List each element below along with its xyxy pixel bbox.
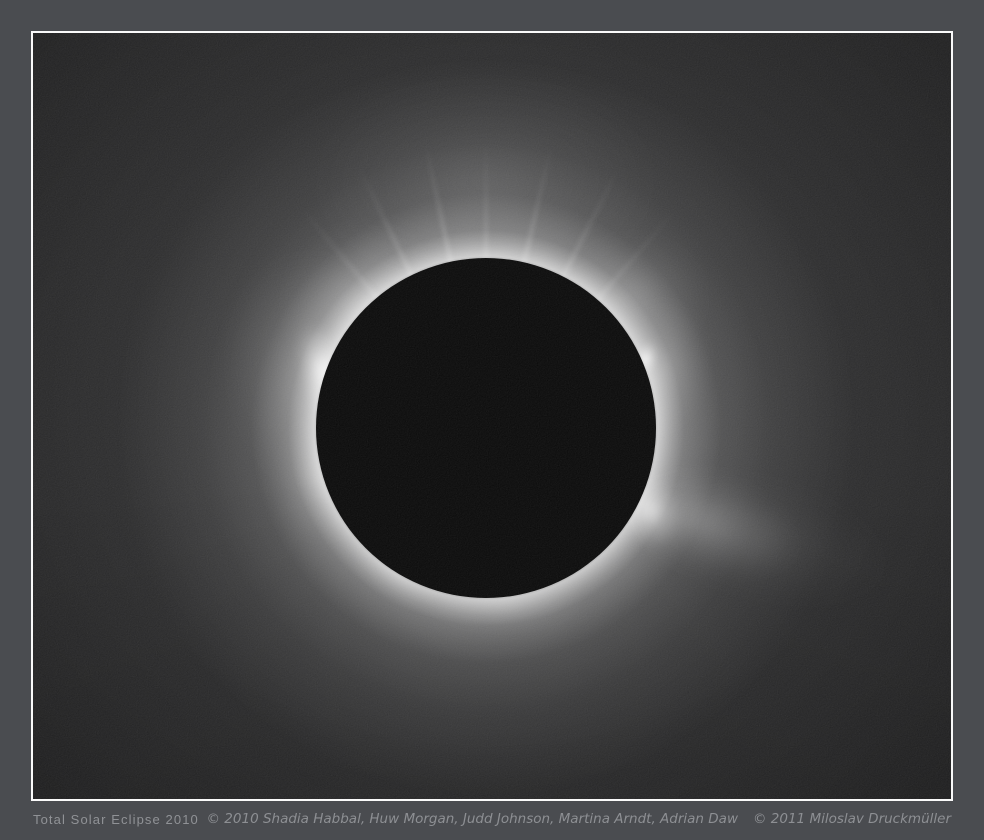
photo-title: Total Solar Eclipse 2010: [33, 812, 199, 827]
credit-2011: © 2011 Miloslav Druckmüller: [753, 811, 951, 827]
eclipse-photo: [31, 31, 953, 801]
caption-bar: Total Solar Eclipse 2010 © 2010 Shadia H…: [33, 801, 951, 837]
eclipse-photo-page: { "page": { "background_color": "#4a4c50…: [0, 0, 984, 840]
photo-credits: © 2010 Shadia Habbal, Huw Morgan, Judd J…: [207, 811, 951, 827]
moon-disk: [316, 258, 656, 598]
credit-2010: © 2010 Shadia Habbal, Huw Morgan, Judd J…: [207, 811, 738, 827]
